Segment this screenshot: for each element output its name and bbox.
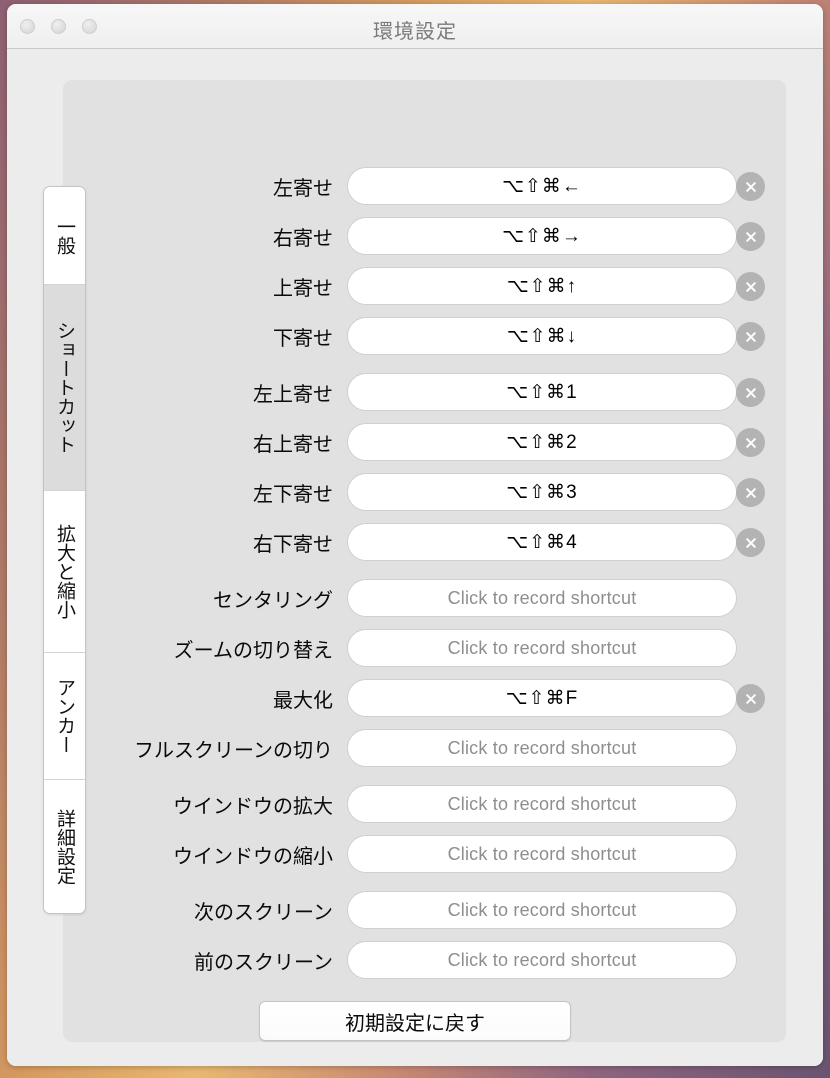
sidebar-tab-label: ショートカット [54, 321, 75, 454]
sidebar-tab-5[interactable]: 詳細設定 [44, 780, 85, 913]
restore-defaults-button[interactable]: 初期設定に戻す [259, 1001, 571, 1041]
shortcut-record-field[interactable]: ⌥⇧⌘↓ [347, 317, 765, 355]
shortcut-list: 左寄せ ⌥⇧⌘← 右寄せ ⌥⇧⌘→ 上寄せ ⌥⇧⌘↑ 下寄せ ⌥⇧⌘↓ 左上寄せ ⌥⇧⌘1 右上寄せ… [7, 161, 823, 985]
shortcut-placeholder: Click to record shortcut [447, 949, 637, 970]
sidebar-tab-4[interactable]: アンカー [44, 653, 85, 780]
shortcut-value: ⌥⇧⌘F [505, 687, 579, 709]
shortcut-row: ズームの切り替え Click to record shortcut [7, 623, 823, 673]
clear-shortcut-icon[interactable] [736, 172, 765, 201]
sidebar-tabs: 一般ショートカット拡大と縮小アンカー詳細設定 [43, 186, 86, 914]
shortcut-row: 右寄せ ⌥⇧⌘→ [7, 211, 823, 261]
shortcut-record-field[interactable]: Click to record shortcut [347, 629, 737, 667]
shortcut-placeholder: Click to record shortcut [447, 587, 637, 608]
clear-shortcut-icon[interactable] [736, 322, 765, 351]
shortcut-value: ⌥⇧⌘← [502, 175, 582, 197]
shortcut-row: 前のスクリーン Click to record shortcut [7, 935, 823, 985]
shortcut-record-field[interactable]: ⌥⇧⌘3 [347, 473, 765, 511]
shortcut-value: ⌥⇧⌘3 [506, 481, 578, 503]
shortcut-row: ウインドウの拡大 Click to record shortcut [7, 779, 823, 829]
clear-shortcut-icon[interactable] [736, 272, 765, 301]
sidebar-tab-1[interactable]: 一般 [44, 187, 85, 285]
sidebar-tab-label: 拡大と縮小 [54, 524, 75, 619]
shortcut-record-field[interactable]: ⌥⇧⌘← [347, 167, 765, 205]
window-title: 環境設定 [373, 21, 457, 43]
shortcut-placeholder: Click to record shortcut [447, 793, 637, 814]
sidebar-tab-label: 詳細設定 [54, 808, 75, 885]
sidebar-tab-label: 一般 [54, 216, 75, 255]
shortcut-row: 最大化 ⌥⇧⌘F [7, 673, 823, 723]
sidebar-tab-3[interactable]: 拡大と縮小 [44, 491, 85, 653]
clear-shortcut-icon[interactable] [736, 478, 765, 507]
shortcut-value: ⌥⇧⌘↓ [506, 325, 578, 347]
shortcut-record-field[interactable]: Click to record shortcut [347, 941, 737, 979]
shortcut-label: 前のスクリーン [194, 951, 333, 974]
shortcut-value: ⌥⇧⌘1 [506, 381, 578, 403]
shortcut-record-field[interactable]: ⌥⇧⌘↑ [347, 267, 765, 305]
window-body: 一般ショートカット拡大と縮小アンカー詳細設定 左寄せ ⌥⇧⌘← 右寄せ ⌥⇧⌘→ 上寄せ… [7, 49, 823, 1066]
clear-shortcut-icon[interactable] [736, 222, 765, 251]
shortcut-record-field[interactable]: Click to record shortcut [347, 835, 737, 873]
preferences-window: 環境設定 一般ショートカット拡大と縮小アンカー詳細設定 左寄せ ⌥⇧⌘← 右寄せ ⌥⇧… [7, 4, 823, 1066]
shortcut-record-field[interactable]: Click to record shortcut [347, 891, 737, 929]
shortcut-placeholder: Click to record shortcut [447, 737, 637, 758]
shortcut-record-field[interactable]: ⌥⇧⌘F [347, 679, 765, 717]
shortcut-value: ⌥⇧⌘2 [506, 431, 578, 453]
shortcut-row: 右上寄せ ⌥⇧⌘2 [7, 417, 823, 467]
shortcut-record-field[interactable]: Click to record shortcut [347, 729, 737, 767]
shortcut-value: ⌥⇧⌘4 [506, 531, 578, 553]
shortcut-row: ウインドウの縮小 Click to record shortcut [7, 829, 823, 879]
sidebar-tab-label: アンカー [54, 678, 75, 754]
shortcut-row: 左下寄せ ⌥⇧⌘3 [7, 467, 823, 517]
reset-button-container: 初期設定に戻す [7, 1001, 823, 1041]
shortcut-record-field[interactable]: Click to record shortcut [347, 579, 737, 617]
sidebar-tab-2[interactable]: ショートカット [44, 285, 85, 491]
shortcut-row: 左寄せ ⌥⇧⌘← [7, 161, 823, 211]
shortcut-row: 左上寄せ ⌥⇧⌘1 [7, 367, 823, 417]
shortcut-value: ⌥⇧⌘→ [502, 225, 582, 247]
shortcut-record-field[interactable]: ⌥⇧⌘→ [347, 217, 765, 255]
shortcut-placeholder: Click to record shortcut [447, 899, 637, 920]
shortcut-row: 次のスクリーン Click to record shortcut [7, 885, 823, 935]
shortcut-record-field[interactable]: ⌥⇧⌘4 [347, 523, 765, 561]
shortcut-row: 下寄せ ⌥⇧⌘↓ [7, 311, 823, 361]
shortcut-row: センタリング Click to record shortcut [7, 573, 823, 623]
shortcut-record-field[interactable]: Click to record shortcut [347, 785, 737, 823]
clear-shortcut-icon[interactable] [736, 684, 765, 713]
shortcut-placeholder: Click to record shortcut [447, 843, 637, 864]
shortcut-row: 右下寄せ ⌥⇧⌘4 [7, 517, 823, 567]
shortcut-placeholder: Click to record shortcut [447, 637, 637, 658]
clear-shortcut-icon[interactable] [736, 428, 765, 457]
shortcut-row: フルスクリーンの切り Click to record shortcut [7, 723, 823, 773]
shortcut-value: ⌥⇧⌘↑ [506, 275, 578, 297]
shortcut-row: 上寄せ ⌥⇧⌘↑ [7, 261, 823, 311]
window-titlebar: 環境設定 [7, 4, 823, 49]
shortcut-record-field[interactable]: ⌥⇧⌘2 [347, 423, 765, 461]
shortcut-record-field[interactable]: ⌥⇧⌘1 [347, 373, 765, 411]
clear-shortcut-icon[interactable] [736, 378, 765, 407]
clear-shortcut-icon[interactable] [736, 528, 765, 557]
